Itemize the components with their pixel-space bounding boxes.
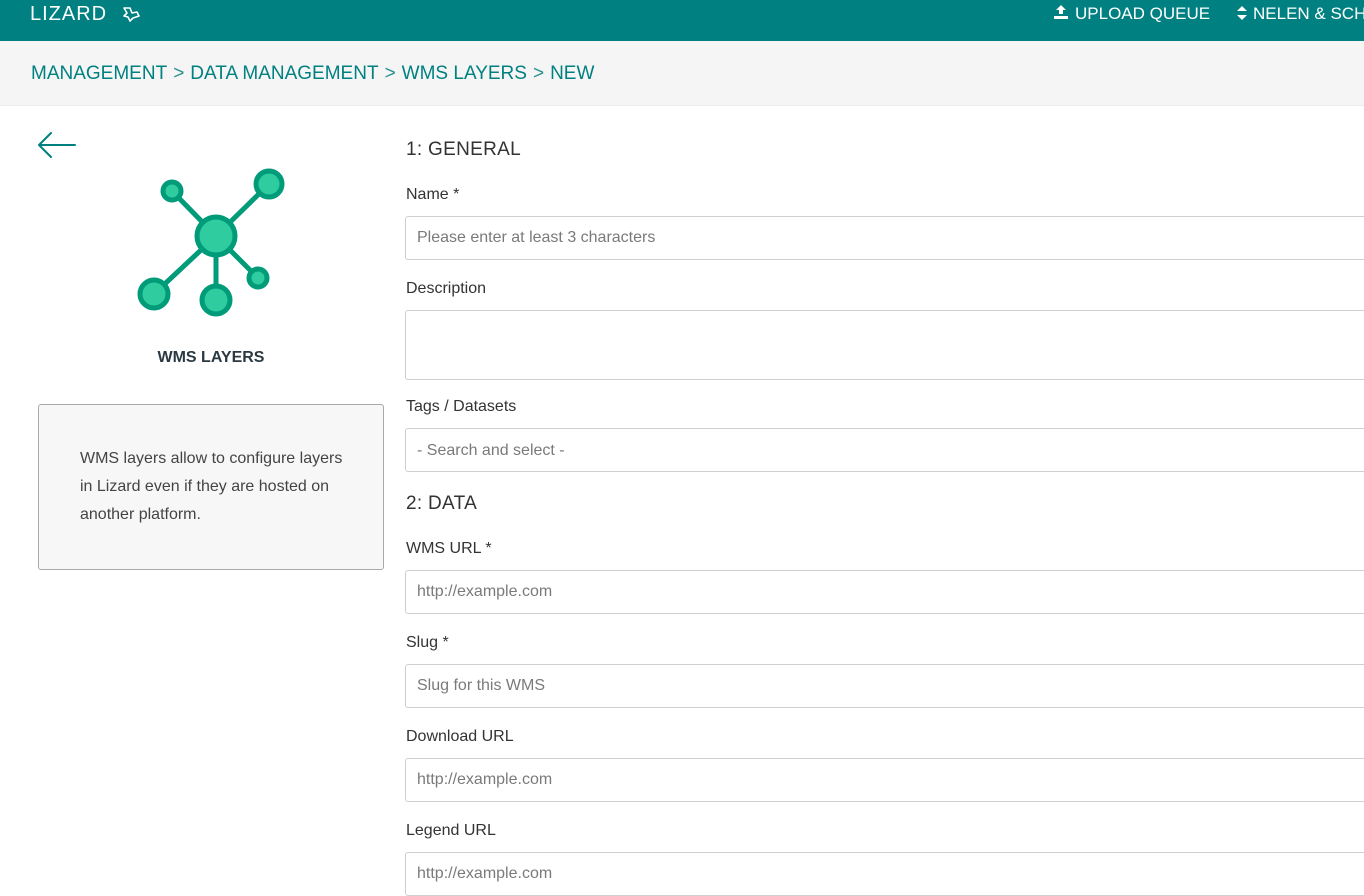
name-input[interactable] [405,216,1364,260]
lizard-logo-icon [123,7,140,22]
wms-url-input[interactable] [405,570,1364,614]
user-menu[interactable]: NELEN & SCH [1237,4,1364,24]
tags-datasets-select[interactable]: - Search and select - [405,428,1364,472]
slug-input[interactable] [405,664,1364,708]
breadcrumb-separator: > [532,63,545,84]
breadcrumb-separator: > [384,63,396,84]
description-textarea[interactable] [405,310,1364,380]
wms-layers-network-icon [137,168,285,317]
side-panel-title: WMS LAYERS [157,349,265,366]
breadcrumb-wms-layers[interactable]: WMS LAYERS [402,63,527,84]
tags-datasets-label: Tags / Datasets [406,398,517,415]
description-label: Description [406,280,487,297]
breadcrumb: MANAGEMENT > DATA MANAGEMENT > WMS LAYERS > NE… [31,63,594,85]
download-url-input[interactable] [405,758,1364,802]
name-label: Name * [406,186,460,203]
top-bar: LIZARD UPLOAD QUEUE NELEN & SCH [0,0,1364,41]
download-url-label: Download URL [406,728,514,745]
wms-url-label: WMS URL * [406,540,492,557]
breadcrumb-data-management[interactable]: DATA MANAGEMENT [190,63,378,84]
upload-queue-label: UPLOAD QUEUE [1075,4,1211,23]
legend-url-input[interactable] [405,852,1364,896]
breadcrumb-new[interactable]: NEW [550,63,594,84]
section-general-title: 1: GENERAL [406,139,521,160]
user-name: NELEN & SCH [1253,4,1364,23]
info-box: WMS layers allow to configure layers in … [38,404,384,570]
app-logo[interactable]: LIZARD [30,3,107,26]
legend-url-label: Legend URL [406,822,496,839]
back-arrow-icon[interactable] [37,130,77,160]
upload-queue-button[interactable]: UPLOAD QUEUE [1053,4,1210,24]
breadcrumb-separator: > [173,63,185,84]
slug-label: Slug * [406,634,449,651]
breadcrumb-bar: MANAGEMENT > DATA MANAGEMENT > WMS LAYERS > NE… [0,41,1364,106]
info-text: WMS layers allow to configure layers in … [80,450,343,523]
section-data-title: 2: DATA [406,493,478,514]
upload-icon [1054,5,1068,19]
breadcrumb-management[interactable]: MANAGEMENT [31,63,167,84]
sort-icon [1237,6,1247,20]
